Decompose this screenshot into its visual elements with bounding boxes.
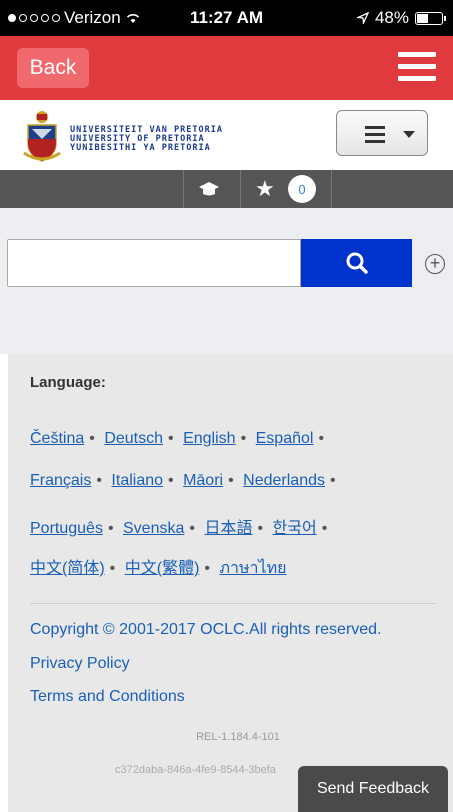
language-link-korean[interactable]: 한국어 <box>273 520 317 537</box>
back-button[interactable]: Back <box>17 48 89 88</box>
release-version: REL-1.184.4-101 <box>196 731 280 743</box>
language-link-portuguese[interactable]: Português <box>30 520 103 537</box>
language-link-chinese-simplified[interactable]: 中文(简体) <box>30 560 105 577</box>
language-link-thai[interactable]: ภาษาไทย <box>219 560 286 577</box>
language-link-chinese-traditional[interactable]: 中文(繁體) <box>125 560 200 577</box>
graduation-cap-icon[interactable] <box>198 181 220 199</box>
language-row: 中文(简体) • 中文(繁體) • ภาษาไทย <box>30 560 287 577</box>
language-link-french[interactable]: Français <box>30 472 91 489</box>
toolbar-divider <box>331 170 332 208</box>
university-name-text: UNIVERSITEIT VAN PRETORIA UNIVERSITY OF … <box>70 126 223 153</box>
language-row: Français • Italiano • Māori • Nederlands • <box>30 472 336 489</box>
location-arrow-icon <box>356 12 369 24</box>
language-link-german[interactable]: Deutsch <box>104 430 163 447</box>
send-feedback-button[interactable]: Send Feedback <box>298 766 448 812</box>
star-icon[interactable]: ★ <box>255 176 275 202</box>
language-link-czech[interactable]: Čeština <box>30 430 84 447</box>
privacy-policy-link[interactable]: Privacy Policy <box>30 655 130 673</box>
saved-items-count-badge[interactable]: 0 <box>288 175 316 203</box>
search-button[interactable] <box>301 239 412 287</box>
toolbar-divider <box>183 170 184 208</box>
language-heading: Language: <box>30 374 106 391</box>
battery-percent: 48% <box>374 8 409 27</box>
language-row: Čeština • Deutsch • English • Español • <box>30 430 325 447</box>
search-icon <box>346 252 368 274</box>
site-header: UNIVERSITEIT VAN PRETORIA UNIVERSITY OF … <box>0 100 453 170</box>
university-name-sepedi: YUNIBESITHI YA PRETORIA <box>70 143 211 153</box>
build-hash: c372daba-846a-4fe9-8544-3befa <box>115 764 276 776</box>
footer-content: Language: Čeština • Deutsch • English • Esp… <box>8 354 453 812</box>
language-link-dutch[interactable]: Nederlands <box>243 472 325 489</box>
search-input[interactable] <box>7 239 301 287</box>
language-link-japanese[interactable]: 日本語 <box>204 520 252 537</box>
language-row: Português • Svenska • 日本語 • 한국어 • <box>30 520 328 537</box>
top-nav-bar: Back <box>0 36 453 100</box>
terms-and-conditions-link[interactable]: Terms and Conditions <box>30 688 185 706</box>
toolbar-divider <box>240 170 241 208</box>
advanced-search-plus-icon[interactable]: + <box>425 254 445 274</box>
university-crest-logo[interactable] <box>22 109 62 165</box>
list-icon <box>365 126 385 147</box>
footer-divider <box>30 603 436 604</box>
battery-icon <box>415 11 446 25</box>
language-link-italian[interactable]: Italiano <box>111 472 163 489</box>
status-bar: Verizon 11:27 AM 48% <box>0 0 453 36</box>
search-panel: + <box>0 208 453 354</box>
account-toolbar: ★ 0 <box>0 170 453 208</box>
caret-down-icon <box>403 131 415 138</box>
status-right: 48% <box>356 8 446 28</box>
copyright-text: Copyright © 2001-2017 OCLC.All rights re… <box>30 621 382 638</box>
language-link-maori[interactable]: Māori <box>183 472 223 489</box>
language-link-swedish[interactable]: Svenska <box>123 520 184 537</box>
menu-dropdown-button[interactable] <box>336 110 428 156</box>
hamburger-menu-icon[interactable] <box>398 52 436 84</box>
language-link-english[interactable]: English <box>183 430 235 447</box>
language-link-spanish[interactable]: Español <box>256 430 314 447</box>
